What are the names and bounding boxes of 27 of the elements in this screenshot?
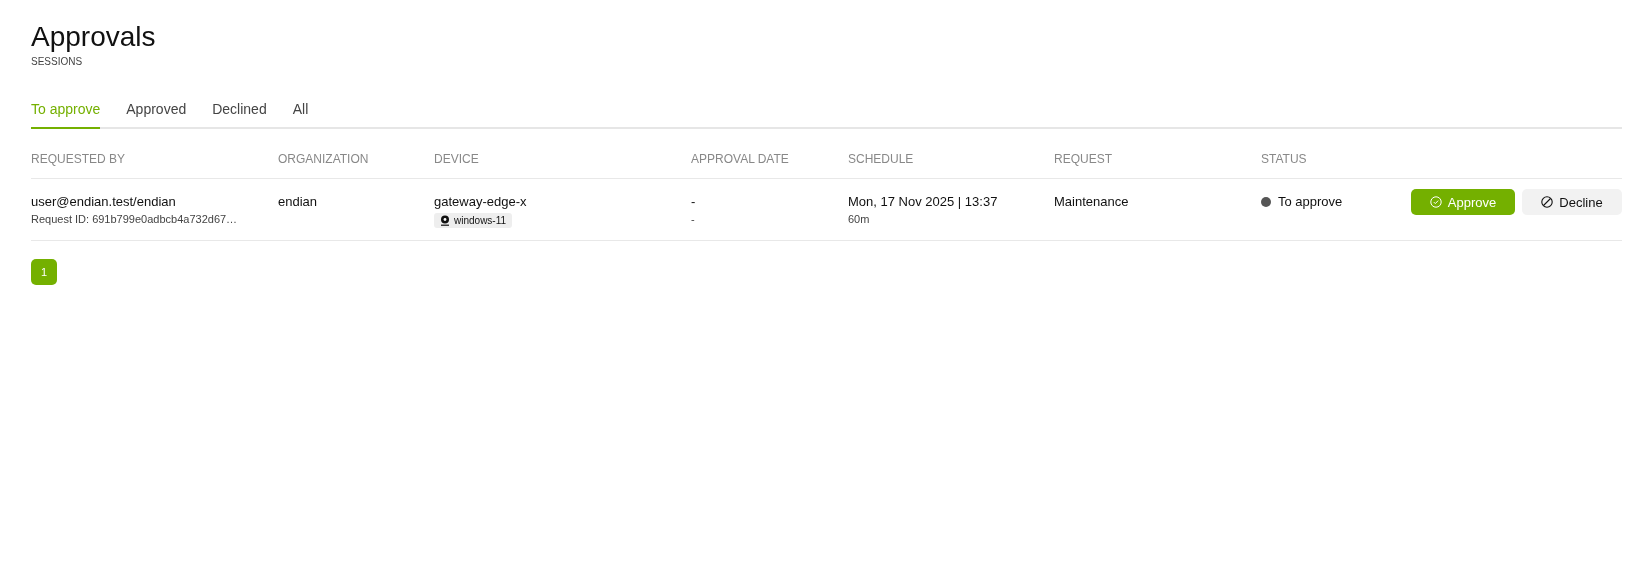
request-id: Request ID: 691b799e0adbcb4a732d67… — [31, 213, 238, 225]
decline-button[interactable]: Decline — [1522, 189, 1622, 215]
duration: 60m — [848, 213, 870, 225]
table-cell: - — [691, 194, 696, 209]
column-header: STATUS — [1261, 152, 1307, 166]
column-header: REQUEST — [1054, 152, 1112, 166]
tag-label: windows-11 — [454, 215, 507, 226]
table-cell: Mon, 17 Nov 2025 | 13:37 — [848, 194, 998, 209]
column-header: DEVICE — [434, 152, 479, 166]
tab[interactable]: Approved — [126, 101, 187, 129]
tab[interactable]: All — [292, 101, 309, 129]
column-header: ORGANIZATION — [278, 152, 369, 166]
status-label: To approve — [1278, 194, 1343, 209]
page-title: Approvals — [31, 20, 157, 54]
column-header: APPROVAL DATE — [691, 152, 789, 166]
tab[interactable]: Declined — [212, 101, 267, 129]
location-pin-icon — [440, 215, 450, 226]
table-cell: gateway-edge-x — [434, 194, 527, 209]
check-circle-icon — [1429, 196, 1442, 208]
ban-icon — [1541, 196, 1554, 208]
table-cell: user@endian.test/endian — [31, 194, 176, 209]
page-subtitle: SESSIONS — [31, 56, 84, 67]
table-cell: - — [691, 213, 695, 225]
table-cell: endian — [278, 194, 318, 209]
table-cell: Maintenance — [1054, 194, 1129, 209]
column-header: REQUESTED BY — [31, 152, 126, 166]
column-header: SCHEDULE — [848, 152, 914, 166]
